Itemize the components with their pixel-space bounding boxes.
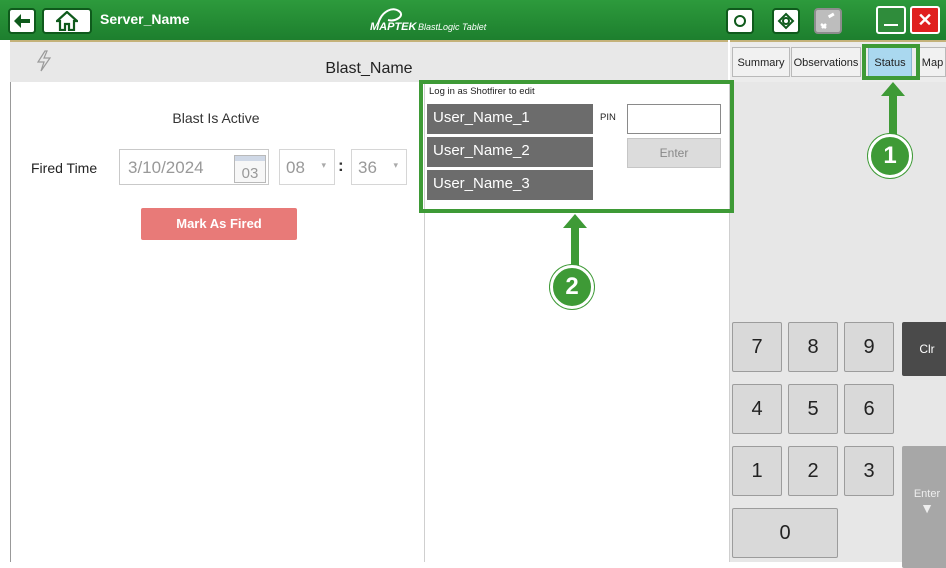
minute-select[interactable]: 36 ▾	[351, 149, 407, 185]
back-arrow-icon	[14, 14, 30, 28]
home-button[interactable]	[42, 8, 92, 34]
refresh-icon	[734, 15, 746, 27]
disconnected-icon	[820, 12, 835, 29]
keypad-panel: 7 8 9 Clr 4 5 6 1 2 3 Enter ▼ 0	[730, 82, 946, 568]
title-bar: Server_Name MAPTEK BlastLogic Tablet ✕	[0, 0, 946, 40]
keypad-key-8[interactable]: 8	[788, 322, 838, 372]
hour-value: 08	[286, 158, 305, 177]
refresh-button[interactable]	[726, 8, 754, 34]
close-button[interactable]: ✕	[910, 6, 940, 34]
fired-date-picker[interactable]: 3/10/2024 03	[119, 149, 269, 185]
keypad-key-0[interactable]: 0	[732, 508, 838, 558]
status-panel: Blast Is Active Fired Time 3/10/2024 03 …	[10, 82, 420, 562]
calendar-day: 03	[241, 165, 259, 182]
keypad-key-5[interactable]: 5	[788, 384, 838, 434]
tab-map[interactable]: Map	[919, 47, 946, 77]
minute-value: 36	[358, 158, 377, 177]
fired-date-value: 3/10/2024	[128, 158, 204, 177]
mark-as-fired-button[interactable]: Mark As Fired	[141, 208, 297, 240]
blast-header: Blast_Name	[10, 40, 728, 82]
blast-name: Blast_Name	[325, 60, 413, 77]
connection-button[interactable]	[814, 8, 842, 34]
callout-badge-1: 1	[868, 134, 912, 178]
sync-button[interactable]	[772, 8, 800, 34]
server-name: Server_Name	[100, 11, 190, 27]
keypad-enter-label: Enter	[913, 488, 941, 500]
keypad-key-9[interactable]: 9	[844, 322, 894, 372]
chevron-down-icon: ▾	[321, 160, 326, 170]
callout-highlight-login	[419, 80, 734, 213]
back-button[interactable]	[8, 8, 36, 34]
sync-icon	[777, 12, 795, 30]
time-separator: :	[338, 156, 344, 175]
callout-badge-2: 2	[550, 265, 594, 309]
down-arrow-icon: ▼	[920, 500, 934, 516]
callout-arrow-up-icon	[881, 82, 905, 138]
keypad-key-4[interactable]: 4	[732, 384, 782, 434]
callout-arrow-up-icon	[563, 214, 587, 270]
minimize-icon	[884, 24, 898, 26]
clear-button[interactable]: Clr	[902, 322, 946, 376]
fired-time-label: Fired Time	[31, 160, 98, 176]
hour-select[interactable]: 08 ▾	[279, 149, 335, 185]
calendar-icon[interactable]: 03	[234, 155, 266, 183]
keypad-key-7[interactable]: 7	[732, 322, 782, 372]
chevron-down-icon: ▾	[393, 160, 398, 170]
tab-observations[interactable]: Observations	[791, 47, 861, 77]
blast-status-text: Blast Is Active	[172, 110, 260, 126]
keypad-enter-button[interactable]: Enter ▼	[902, 446, 946, 568]
keypad-key-2[interactable]: 2	[788, 446, 838, 496]
logo-product: BlastLogic Tablet	[418, 22, 487, 32]
keypad-key-1[interactable]: 1	[732, 446, 782, 496]
keypad-key-3[interactable]: 3	[844, 446, 894, 496]
keypad-key-6[interactable]: 6	[844, 384, 894, 434]
logo-brand: MAPTEK	[370, 21, 417, 33]
home-icon	[56, 11, 78, 31]
tab-summary[interactable]: Summary	[732, 47, 790, 77]
callout-highlight-status-tab	[862, 44, 920, 80]
minimize-button[interactable]	[876, 6, 906, 34]
